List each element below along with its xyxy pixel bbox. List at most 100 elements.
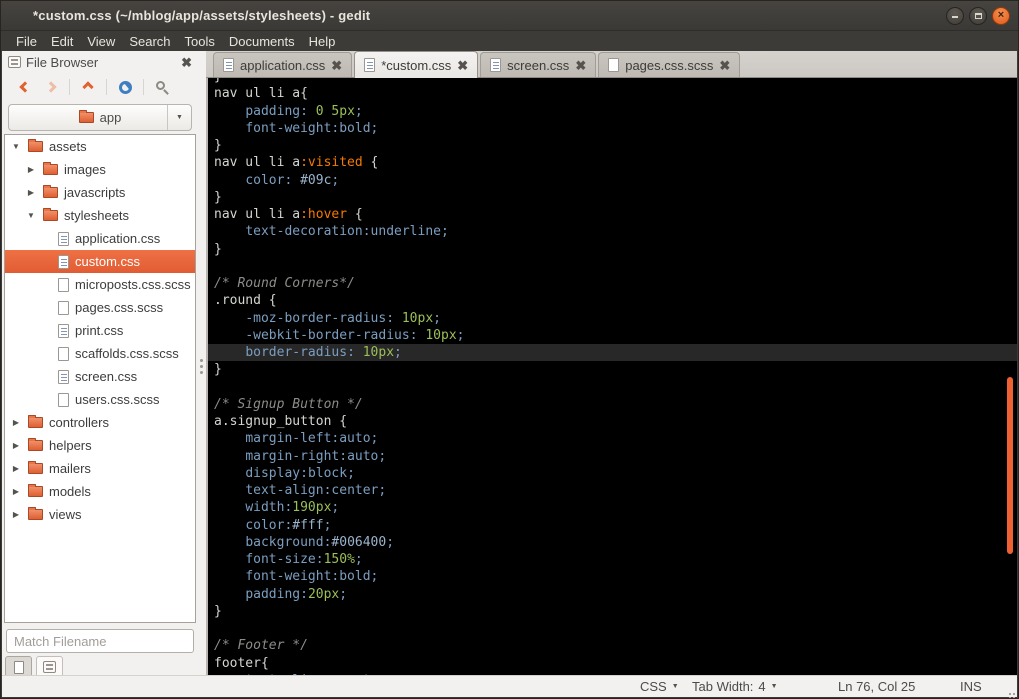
pane-splitter[interactable] [198,51,206,678]
tree-item-mailers[interactable]: ▶ mailers [5,457,195,480]
tab-width-dropdown[interactable]: Tab Width: 4 ▼ [692,679,778,694]
code-line: -webkit-border-radius: 10px; [245,327,465,343]
code-line: color: #09c; [245,172,340,188]
close-tab-icon[interactable]: ✖ [457,59,468,72]
minimize-button[interactable] [946,7,964,25]
tree-item-label: microposts.css.scss [75,277,191,292]
panel-header: File Browser ✖ [2,51,198,73]
folder-icon [28,507,43,520]
refresh-button[interactable] [112,75,138,99]
code-line: nav ul li a:visited { [214,155,379,171]
menu-documents[interactable]: Documents [222,34,302,49]
expander-icon[interactable]: ▶ [10,464,22,473]
expander-icon[interactable]: ▼ [25,211,37,220]
folder-icon [28,415,43,428]
panel-close-icon[interactable]: ✖ [181,56,192,69]
location-dropdown[interactable]: app ▼ [8,104,192,131]
code-line: display:block; [245,465,355,481]
location-dropdown-arrow[interactable]: ▼ [167,105,191,130]
tree-item-label: controllers [49,415,109,430]
menu-tools[interactable]: Tools [178,34,222,49]
expander-icon[interactable]: ▶ [25,188,37,197]
menu-view[interactable]: View [80,34,122,49]
file-css-icon [490,58,502,72]
tab-bar: application.css ✖ *custom.css ✖ screen.css ✖ p… [206,51,1017,78]
tree-item-javascripts[interactable]: ▶ javascripts [5,181,195,204]
expander-icon[interactable]: ▶ [25,165,37,174]
file-browser-icon [8,56,21,68]
tree-item-scaffolds-css-scss[interactable]: scaffolds.css.scss [5,342,195,365]
expander-icon[interactable]: ▶ [10,510,22,519]
close-icon: × [997,9,1005,21]
menu-file[interactable]: File [9,34,44,49]
file-css-icon [58,231,69,246]
tree-item-helpers[interactable]: ▶ helpers [5,434,195,457]
expander-icon[interactable]: ▶ [10,441,22,450]
tree-item-assets[interactable]: ▼ assets [5,135,195,158]
tree-item-images[interactable]: ▶ images [5,158,195,181]
folder-icon [28,461,43,474]
file-plain-icon [58,277,69,292]
forward-button[interactable] [38,75,64,99]
menu-search[interactable]: Search [122,34,177,49]
file-plain-icon [608,58,620,72]
code-line: font-weight:bold; [245,120,379,136]
tree-item-models[interactable]: ▶ models [5,480,195,503]
code-line: -moz-border-radius: 10px; [245,310,441,326]
filter-button[interactable] [149,75,175,99]
tree-item-label: custom.css [75,254,141,269]
tree-item-screen-css[interactable]: screen.css [5,365,195,388]
tree-item-print-css[interactable]: print.css [5,319,195,342]
menu-edit[interactable]: Edit [44,34,80,49]
code-view[interactable]: }nav ul li a{ padding: 0 5px; font-weigh… [206,78,1017,675]
expander-icon[interactable]: ▼ [10,142,22,151]
tree-item-stylesheets[interactable]: ▼ stylesheets [5,204,195,227]
file-browser-icon [43,661,56,673]
code-line: margin-right:auto; [245,448,387,464]
up-button[interactable] [75,75,101,99]
close-tab-icon[interactable]: ✖ [575,59,586,72]
language-dropdown[interactable]: CSS ▼ [640,679,679,694]
tab-label: pages.css.scss [625,57,714,73]
tab-custom-css[interactable]: *custom.css ✖ [354,51,479,78]
tree-item-label: print.css [75,323,124,338]
folder-icon [43,162,58,175]
input-mode: INS [960,679,982,694]
resize-grip[interactable] [1003,683,1015,695]
menu-help[interactable]: Help [302,34,343,49]
maximize-button[interactable] [969,7,987,25]
expander-icon[interactable]: ▶ [10,487,22,496]
folder-icon [43,208,58,221]
close-tab-icon[interactable]: ✖ [719,59,730,72]
editor-scrollbar[interactable] [1007,377,1013,554]
tab-screen-css[interactable]: screen.css ✖ [480,52,597,77]
tree-item-label: javascripts [64,185,126,200]
file-css-icon [364,58,376,72]
back-icon [19,81,31,93]
close-tab-icon[interactable]: ✖ [331,59,342,72]
refresh-icon [118,80,132,94]
titlebar[interactable]: *custom.css (~/mblog/app/assets/styleshe… [1,1,1018,31]
code-line: font-weight:bold; [245,569,379,585]
folder-icon [78,110,94,123]
tree-item-users-css-scss[interactable]: users.css.scss [5,388,195,411]
back-button[interactable] [12,75,38,99]
code-line: text-align:center; [245,483,387,498]
up-icon [82,81,94,93]
tree-item-custom-css[interactable]: custom.css [5,250,195,273]
filter-input[interactable] [6,629,194,653]
maximize-icon [975,13,982,19]
tree-item-views[interactable]: ▶ views [5,503,195,526]
tab-application-css[interactable]: application.css ✖ [213,52,353,77]
expander-icon[interactable]: ▶ [10,418,22,427]
code-line: font-size:150%; [245,552,363,567]
tree-item-controllers[interactable]: ▶ controllers [5,411,195,434]
tree-item-application-css[interactable]: application.css [5,227,195,250]
code-line: /* Signup Button */ [214,396,363,412]
close-button[interactable]: × [992,7,1010,25]
tab-pages-css-scss[interactable]: pages.css.scss ✖ [598,52,741,77]
tree-item-pages-css-scss[interactable]: pages.css.scss [5,296,195,319]
tree-item-microposts-css-scss[interactable]: microposts.css.scss [5,273,195,296]
